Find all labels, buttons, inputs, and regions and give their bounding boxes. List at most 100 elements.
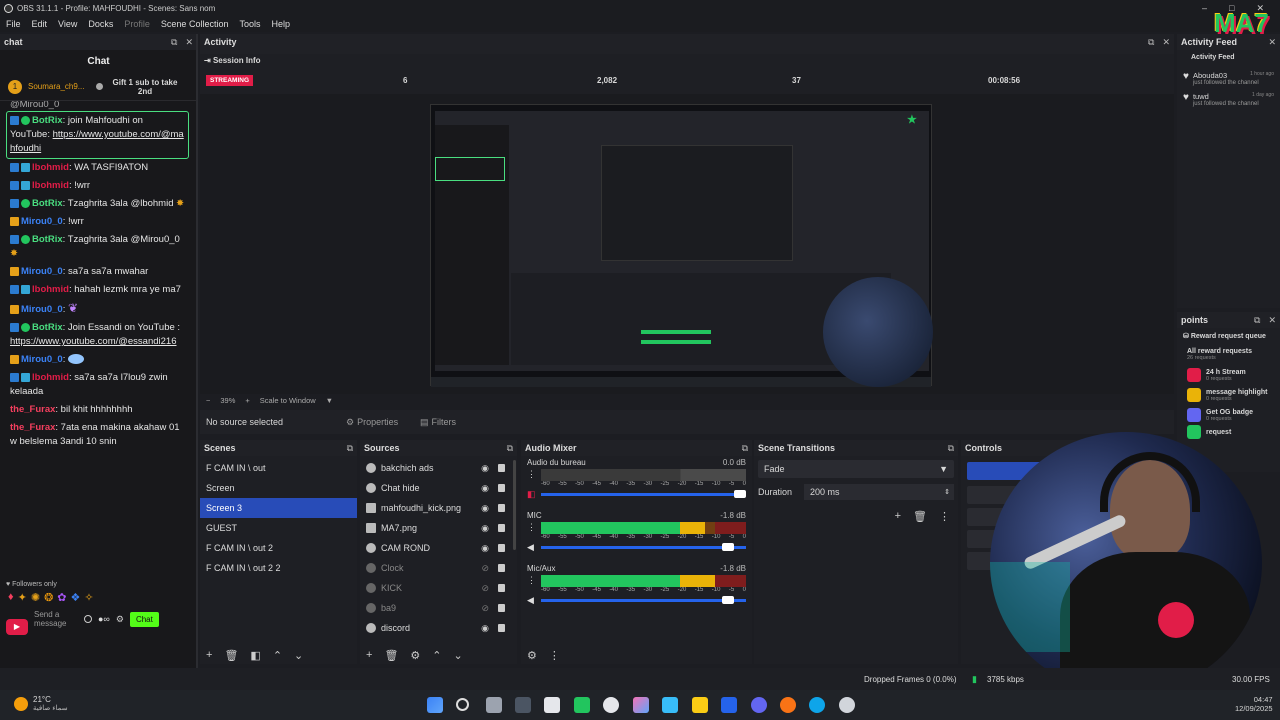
menu-dots-icon[interactable]: ⋮ — [527, 575, 537, 586]
float-icon[interactable]: ⧉ — [1254, 315, 1260, 326]
slider-handle[interactable] — [734, 490, 746, 498]
move-up-icon[interactable]: ⌃ — [432, 649, 441, 662]
chat-input[interactable]: Send a message — [34, 610, 78, 628]
eye-off-icon[interactable]: ⊘ — [481, 583, 489, 594]
green-app-icon[interactable] — [574, 697, 590, 713]
eye-icon[interactable]: ◉ — [481, 463, 489, 474]
menu-help[interactable]: Help — [271, 19, 290, 29]
scene-item[interactable]: F CAM IN \ out 2 — [200, 538, 357, 558]
chat-username[interactable]: Mirou0_0 — [21, 304, 63, 315]
reward-item[interactable]: message highlight 0 requests — [1177, 385, 1280, 405]
menu-dots-icon[interactable]: ⋮ — [527, 469, 537, 480]
reward-item[interactable]: Get OG badge 0 requests — [1177, 405, 1280, 425]
speaker-icon[interactable]: ◀ — [527, 595, 537, 606]
menu-scene-collection[interactable]: Scene Collection — [161, 19, 229, 29]
menu-file[interactable]: File — [6, 19, 21, 29]
zoom-out-button[interactable]: − — [206, 396, 210, 405]
source-item[interactable]: ba9 ⊘ — [360, 598, 517, 618]
move-up-icon[interactable]: ⌃ — [273, 649, 282, 662]
eye-icon[interactable]: ◉ — [481, 543, 489, 554]
source-item[interactable]: CAM ROND ◉ — [360, 538, 517, 558]
lock-icon[interactable] — [498, 524, 505, 532]
menu-profile[interactable]: Profile — [124, 19, 150, 29]
source-item[interactable]: bakchich ads ◉ — [360, 458, 517, 478]
all-rewards[interactable]: All reward requests 26 requests — [1177, 344, 1280, 365]
lock-icon[interactable] — [498, 624, 505, 632]
float-icon[interactable]: ⧉ — [347, 443, 353, 454]
preview-area[interactable]: ★ — [200, 94, 1174, 394]
zoom-in-button[interactable]: + — [245, 396, 249, 405]
emote-icon[interactable]: ❂ — [44, 591, 53, 604]
speaker-icon[interactable]: ◀ — [527, 542, 537, 553]
mute-icon[interactable]: ◧ — [527, 489, 537, 500]
eye-off-icon[interactable]: ⊘ — [481, 563, 489, 574]
feed-user[interactable]: tuwd — [1193, 92, 1209, 101]
lock-icon[interactable] — [498, 604, 505, 612]
source-item[interactable]: discord ◉ — [360, 618, 517, 638]
eye-icon[interactable]: ◉ — [481, 503, 489, 514]
lock-icon[interactable] — [498, 544, 505, 552]
menu-tools[interactable]: Tools — [239, 19, 260, 29]
vscode-icon[interactable] — [721, 697, 737, 713]
taskbar-time[interactable]: 04:47 12/09/2025 — [1235, 695, 1273, 713]
emote-icon[interactable]: ❖ — [71, 591, 81, 604]
lock-icon[interactable] — [498, 464, 505, 472]
chat-username[interactable]: Mirou0_0 — [21, 216, 63, 227]
float-icon[interactable]: ⧉ — [507, 443, 513, 454]
lock-icon[interactable] — [498, 564, 505, 572]
add-icon[interactable]: + — [366, 649, 372, 662]
search-icon[interactable] — [456, 698, 469, 711]
spin-icon[interactable]: ⇕ — [944, 488, 950, 496]
emote-icon[interactable]: ✦ — [18, 591, 27, 604]
trash-icon[interactable]: 🗑 — [913, 510, 927, 523]
properties-button[interactable]: ⚙ Properties — [346, 417, 420, 428]
filters-button[interactable]: ▤ Filters — [420, 417, 456, 428]
close-icon[interactable]: ✕ — [1162, 37, 1170, 48]
edge-icon[interactable] — [809, 697, 825, 713]
weather-icon[interactable] — [14, 697, 28, 711]
chat-username[interactable]: the_Furax — [10, 404, 55, 415]
trash-icon[interactable]: 🗑 — [384, 649, 398, 662]
obs-icon[interactable] — [603, 697, 619, 713]
lock-icon[interactable] — [498, 484, 505, 492]
duration-input[interactable]: 200 ms ⇕ — [804, 484, 954, 500]
chat-username[interactable]: the_Furax — [10, 422, 55, 433]
slider-handle[interactable] — [721, 596, 734, 604]
close-icon[interactable]: ✕ — [185, 37, 193, 48]
move-down-icon[interactable]: ⌄ — [294, 649, 303, 662]
folder-icon[interactable] — [692, 697, 708, 713]
chat-username[interactable]: Mirou0_0 — [21, 354, 63, 365]
scale-mode[interactable]: Scale to Window — [260, 396, 316, 405]
emote-icon[interactable]: ♦ — [8, 591, 14, 604]
discord-icon[interactable] — [751, 697, 767, 713]
chat-username[interactable]: lbohmid — [32, 372, 69, 383]
gift-text[interactable]: Gift 1 sub to take 2nd — [109, 78, 181, 96]
source-item[interactable]: Chat hide ◉ — [360, 478, 517, 498]
task-view-icon[interactable] — [486, 697, 502, 713]
advanced-audio-icon[interactable]: ⚙ — [527, 649, 537, 662]
capcut-icon[interactable] — [544, 697, 560, 713]
transition-select[interactable]: Fade ▼ — [758, 460, 954, 478]
eye-icon[interactable]: ◉ — [481, 523, 489, 534]
chat-username[interactable]: lbohmid — [32, 162, 69, 173]
gear-icon[interactable]: ⚙ — [410, 649, 420, 662]
chat-username[interactable]: Mirou0_0 — [21, 266, 63, 277]
preview-canvas[interactable]: ★ — [430, 104, 933, 387]
chat-username[interactable]: BotRix — [32, 322, 63, 333]
menu-dots-icon[interactable]: ⋮ — [527, 522, 537, 533]
gear-icon[interactable]: ⚙ — [116, 614, 124, 625]
menu-docks[interactable]: Docks — [88, 19, 113, 29]
youtube-icon[interactable]: ▶ — [6, 619, 28, 635]
eye-icon[interactable]: ◉ — [481, 483, 489, 494]
source-item[interactable]: Clock ⊘ — [360, 558, 517, 578]
store-icon[interactable] — [662, 697, 678, 713]
scene-item-selected[interactable]: Screen 3 — [200, 498, 357, 518]
chat-username[interactable]: lbohmid — [32, 180, 69, 191]
add-icon[interactable]: + — [206, 649, 212, 662]
source-item[interactable]: KICK ⊘ — [360, 578, 517, 598]
chat-scrollbar[interactable] — [196, 34, 198, 690]
volume-slider[interactable] — [541, 490, 746, 498]
add-icon[interactable]: + — [895, 510, 901, 523]
smile-icon[interactable] — [84, 615, 92, 623]
float-icon[interactable]: ⧉ — [171, 37, 177, 48]
